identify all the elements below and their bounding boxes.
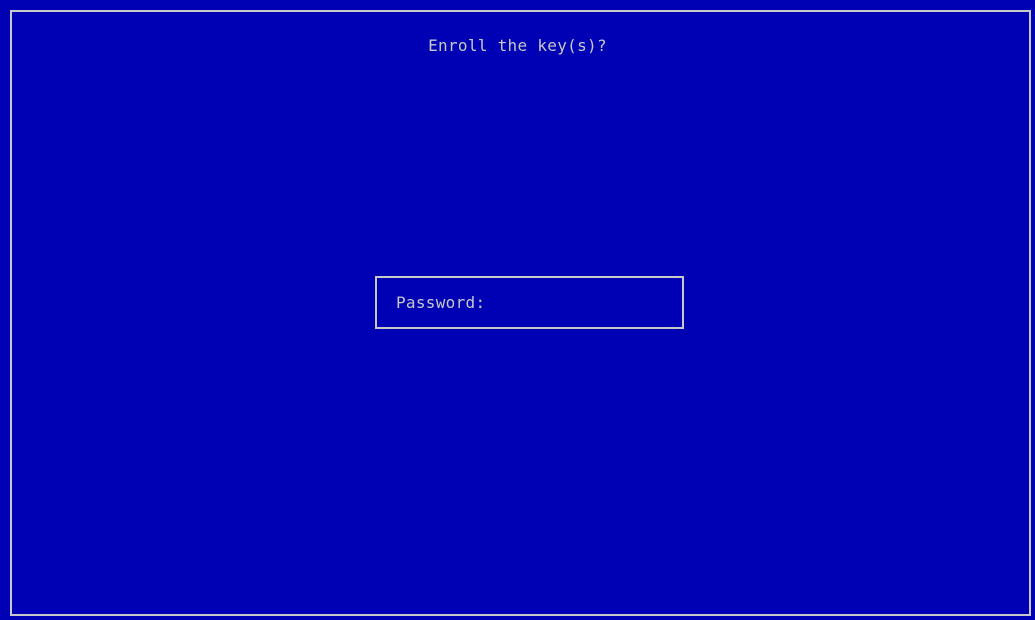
- password-field[interactable]: [495, 293, 645, 313]
- enroll-key-screen: Enroll the key(s)? Password:: [0, 0, 1035, 620]
- password-label: Password:: [396, 293, 486, 312]
- password-input-box[interactable]: Password:: [375, 276, 684, 329]
- dialog-title: Enroll the key(s)?: [428, 36, 607, 55]
